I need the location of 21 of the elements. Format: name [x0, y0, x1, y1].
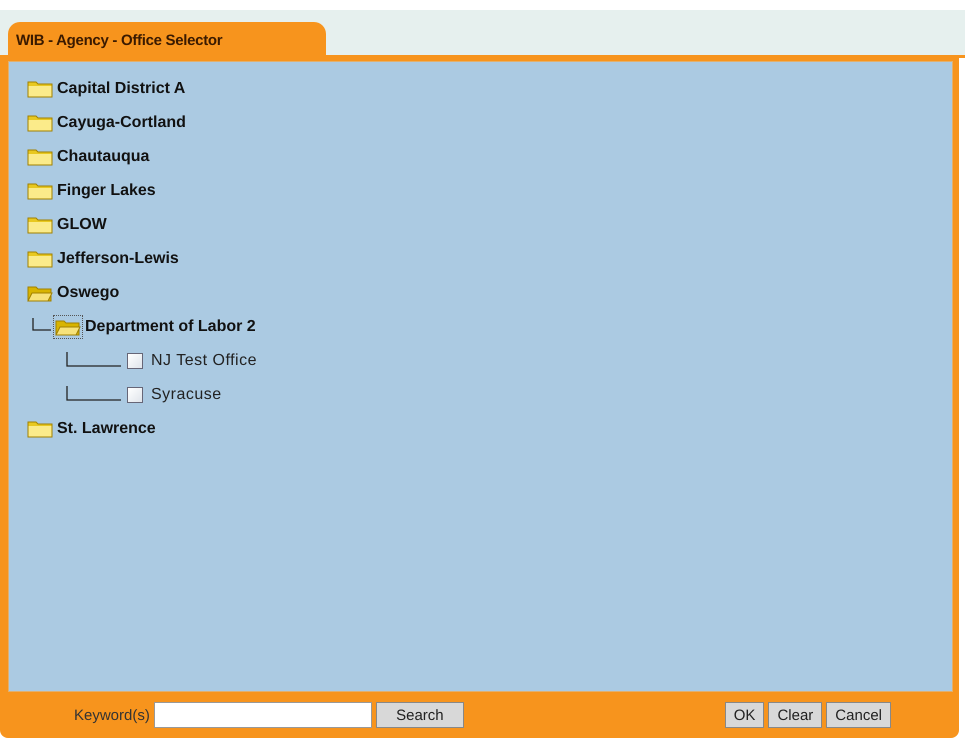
folder-label[interactable]: Finger Lakes	[57, 182, 156, 200]
keyword-label: Keyword(s)	[74, 706, 150, 724]
folder-label[interactable]: Department of Labor 2	[85, 318, 256, 336]
keyword-field[interactable]	[154, 702, 372, 728]
dialog-button[interactable]: Cancel	[826, 702, 891, 728]
office-label[interactable]: Syracuse	[151, 386, 222, 404]
dialog-button[interactable]: OK	[724, 702, 764, 728]
window-title-tab[interactable]: WIB - Agency - Office Selector	[8, 22, 326, 55]
checkbox[interactable]	[127, 387, 143, 403]
office-label[interactable]: NJ Test Office	[151, 352, 257, 370]
folder-label[interactable]: Oswego	[57, 284, 120, 302]
checkbox[interactable]	[127, 353, 143, 369]
open-folder-icon[interactable]	[53, 315, 83, 339]
folder-label[interactable]: Jefferson-Lewis	[57, 250, 179, 268]
folder-label[interactable]: Cayuga-Cortland	[57, 114, 186, 132]
folder-label[interactable]: Capital District A	[57, 80, 186, 98]
dialog-button[interactable]: Clear	[768, 702, 822, 728]
search-button[interactable]: Search	[376, 702, 464, 728]
folder-label[interactable]: Chautauqua	[57, 148, 150, 166]
folder-label[interactable]: St. Lawrence	[57, 420, 156, 438]
folder-label[interactable]: GLOW	[57, 216, 107, 234]
